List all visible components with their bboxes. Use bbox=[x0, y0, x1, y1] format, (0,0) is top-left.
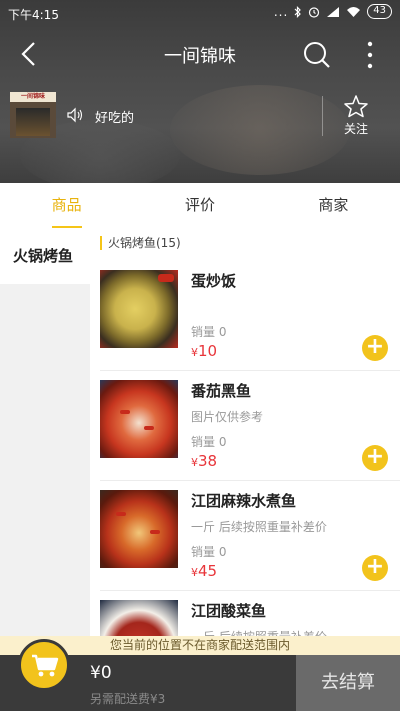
storefront-image bbox=[16, 108, 50, 136]
product-image bbox=[100, 600, 178, 636]
tab-reviews[interactable]: 评价 bbox=[133, 183, 266, 228]
product-description: 图片仅供参考 bbox=[191, 410, 264, 424]
cart-button[interactable] bbox=[18, 639, 70, 691]
search-icon[interactable] bbox=[300, 38, 334, 72]
add-to-cart-button[interactable]: + bbox=[362, 445, 388, 471]
store-info-bar: 一间锦味 好吃的 关注 bbox=[0, 92, 400, 140]
status-time: 下午4:15 bbox=[8, 8, 59, 22]
product-description: 一斤 后续按照重量补差价 bbox=[191, 628, 327, 636]
product-item[interactable]: 番茄黑鱼 图片仅供参考 销量 0 ¥38 + bbox=[100, 380, 390, 490]
product-sales: 销量 0 bbox=[191, 325, 227, 339]
category-header: 火锅烤鱼(15) bbox=[100, 236, 181, 250]
product-description: 一斤 后续按照重量补差价 bbox=[191, 520, 327, 534]
store-logo: 一间锦味 bbox=[10, 92, 56, 138]
shopping-cart-icon bbox=[32, 654, 59, 677]
product-item[interactable]: 蛋炒饭 销量 0 ¥10 + bbox=[100, 270, 390, 380]
product-list: 火锅烤鱼(15) 蛋炒饭 销量 0 ¥10 + 番茄黑鱼 图片仅供参考 销量 0… bbox=[90, 228, 400, 636]
store-logo-sign: 一间锦味 bbox=[10, 92, 56, 102]
divider bbox=[100, 480, 400, 481]
tab-products[interactable]: 商品 bbox=[0, 183, 133, 228]
category-item[interactable]: 火锅烤鱼 bbox=[0, 228, 90, 284]
product-item[interactable]: 江团酸菜鱼 一斤 后续按照重量补差价 bbox=[100, 600, 390, 636]
follow-button[interactable]: 关注 bbox=[336, 94, 376, 137]
product-sales: 销量 0 bbox=[191, 435, 227, 449]
tab-bar: 商品 评价 商家 bbox=[0, 183, 400, 228]
follow-label: 关注 bbox=[343, 122, 368, 136]
product-price: ¥45 bbox=[191, 562, 218, 580]
divider bbox=[100, 590, 400, 591]
tab-merchant[interactable]: 商家 bbox=[267, 183, 400, 228]
signal-icon bbox=[327, 6, 340, 17]
status-bar: 下午4:15 ... 43 bbox=[0, 0, 400, 26]
add-to-cart-button[interactable]: + bbox=[362, 555, 388, 581]
wifi-icon bbox=[347, 6, 361, 17]
product-price: ¥10 bbox=[191, 342, 218, 360]
star-icon bbox=[344, 95, 368, 118]
product-name: 江团麻辣水煮鱼 bbox=[191, 492, 297, 510]
product-image bbox=[100, 490, 178, 568]
battery-indicator: 43 bbox=[367, 4, 392, 19]
page-title: 一间锦味 bbox=[164, 46, 236, 67]
product-image bbox=[100, 380, 178, 458]
speaker-icon bbox=[67, 107, 83, 123]
more-menu-icon[interactable] bbox=[356, 38, 384, 72]
product-image bbox=[100, 270, 178, 348]
nav-bar: 一间锦味 bbox=[0, 28, 400, 80]
product-item[interactable]: 江团麻辣水煮鱼 一斤 后续按照重量补差价 销量 0 ¥45 + bbox=[100, 490, 390, 600]
divider bbox=[322, 96, 323, 136]
cart-total: ¥0 bbox=[90, 663, 112, 683]
cart-bar: ¥0 另需配送费¥3 去结算 bbox=[0, 639, 400, 711]
store-header: 下午4:15 ... 43 一间锦味 一间锦味 好吃的 关注 bbox=[0, 0, 400, 183]
product-name: 江团酸菜鱼 bbox=[191, 602, 267, 620]
bluetooth-icon bbox=[294, 5, 302, 18]
alarm-icon bbox=[309, 6, 320, 18]
status-icons: ... 43 bbox=[274, 4, 392, 19]
product-name: 番茄黑鱼 bbox=[191, 382, 252, 400]
product-sales: 销量 0 bbox=[191, 545, 227, 559]
signal-dots: ... bbox=[273, 4, 289, 19]
checkout-button[interactable]: 去结算 bbox=[296, 655, 400, 711]
store-notice: 好吃的 bbox=[95, 111, 135, 126]
product-price: ¥38 bbox=[191, 452, 218, 470]
delivery-fee-note: 另需配送费¥3 bbox=[90, 692, 166, 706]
product-name: 蛋炒饭 bbox=[191, 272, 237, 290]
divider bbox=[100, 370, 400, 371]
add-to-cart-button[interactable]: + bbox=[362, 335, 388, 361]
